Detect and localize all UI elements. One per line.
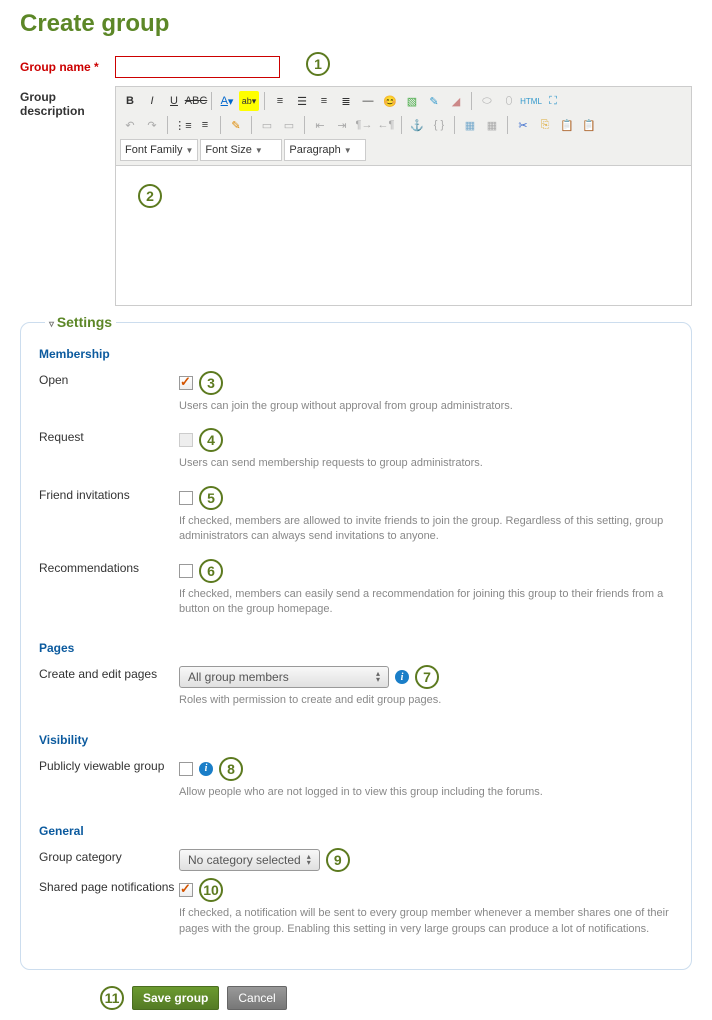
- strike-icon[interactable]: ABC: [186, 91, 206, 111]
- fullscreen-icon[interactable]: ⛶: [543, 91, 563, 111]
- recommend-checkbox[interactable]: [179, 564, 193, 578]
- editor-toolbar: B I U ABC A▾ ab▾ ≡ ☰ ≡ ≣ — 😊 ▧ ✎ ◢ ⬭ ⬯: [115, 86, 692, 166]
- table-icon[interactable]: ▦: [460, 115, 480, 135]
- bold-icon[interactable]: B: [120, 91, 140, 111]
- emoticon-icon[interactable]: 😊: [380, 91, 400, 111]
- public-help: Allow people who are not logged in to vi…: [179, 785, 673, 800]
- align-justify-icon[interactable]: ≣: [336, 91, 356, 111]
- visibility-header: Visibility: [39, 733, 673, 747]
- paragraph-select[interactable]: Paragraph▼: [284, 139, 366, 161]
- paste-word-icon[interactable]: 📋: [579, 115, 599, 135]
- box2-icon[interactable]: ▭: [279, 115, 299, 135]
- request-help: Users can send membership requests to gr…: [179, 456, 673, 471]
- edit-icon[interactable]: ✎: [226, 115, 246, 135]
- recommend-help: If checked, members can easily send a re…: [179, 587, 673, 618]
- info-icon[interactable]: i: [395, 670, 409, 684]
- numlist-icon[interactable]: ≡: [195, 115, 215, 135]
- group-name-label: Group name: [20, 56, 115, 78]
- create-edit-select[interactable]: All group members ▴▾: [179, 666, 389, 688]
- underline-icon[interactable]: U: [164, 91, 184, 111]
- cut-icon[interactable]: ✂: [513, 115, 533, 135]
- html-icon[interactable]: HTML: [521, 91, 541, 111]
- pages-header: Pages: [39, 641, 673, 655]
- ltr-icon[interactable]: ¶→: [354, 115, 374, 135]
- align-center-icon[interactable]: ☰: [292, 91, 312, 111]
- shared-notif-label: Shared page notifications: [39, 878, 179, 947]
- callout-3: 3: [199, 371, 223, 395]
- editor-textarea[interactable]: [115, 166, 692, 306]
- friend-inv-label: Friend invitations: [39, 486, 179, 555]
- font-family-select[interactable]: Font Family▼: [120, 139, 198, 161]
- paste-icon[interactable]: 📋: [557, 115, 577, 135]
- callout-1: 1: [306, 52, 330, 76]
- anchor-icon[interactable]: ⚓: [407, 115, 427, 135]
- rich-text-editor: B I U ABC A▾ ab▾ ≡ ☰ ≡ ≣ — 😊 ▧ ✎ ◢ ⬭ ⬯: [115, 86, 692, 306]
- recommend-label: Recommendations: [39, 559, 179, 628]
- eraser-icon[interactable]: ◢: [446, 91, 466, 111]
- align-right-icon[interactable]: ≡: [314, 91, 334, 111]
- request-checkbox[interactable]: [179, 433, 193, 447]
- shared-notif-checkbox[interactable]: [179, 883, 193, 897]
- open-checkbox[interactable]: [179, 376, 193, 390]
- box1-icon[interactable]: ▭: [257, 115, 277, 135]
- public-label: Publicly viewable group: [39, 757, 179, 810]
- request-label: Request: [39, 428, 179, 481]
- redo-icon[interactable]: ↷: [142, 115, 162, 135]
- page-title: Create group: [20, 10, 692, 38]
- bullets-icon[interactable]: ⋮≡: [173, 115, 193, 135]
- friend-inv-help: If checked, members are allowed to invit…: [179, 514, 673, 545]
- code-icon[interactable]: { }: [429, 115, 449, 135]
- group-name-input[interactable]: [115, 56, 280, 78]
- open-label: Open: [39, 371, 179, 424]
- italic-icon[interactable]: I: [142, 91, 162, 111]
- save-button[interactable]: Save group: [132, 986, 219, 1010]
- align-left-icon[interactable]: ≡: [270, 91, 290, 111]
- unlink-icon[interactable]: ⬯: [499, 91, 519, 111]
- callout-11: 11: [100, 986, 124, 1010]
- forecolor-icon[interactable]: A▾: [217, 91, 237, 111]
- create-edit-help: Roles with permission to create and edit…: [179, 693, 673, 708]
- category-label: Group category: [39, 848, 179, 872]
- callout-10: 10: [199, 878, 223, 902]
- callout-9: 9: [326, 848, 350, 872]
- general-header: General: [39, 824, 673, 838]
- cleanup-icon[interactable]: ✎: [424, 91, 444, 111]
- undo-icon[interactable]: ↶: [120, 115, 140, 135]
- image-icon[interactable]: ▧: [402, 91, 422, 111]
- link-icon[interactable]: ⬭: [477, 91, 497, 111]
- group-description-label: Group description: [20, 86, 115, 306]
- cancel-button[interactable]: Cancel: [227, 986, 286, 1010]
- indent-icon[interactable]: ⇥: [332, 115, 352, 135]
- category-select[interactable]: No category selected ▴▾: [179, 849, 320, 871]
- settings-legend[interactable]: Settings: [45, 314, 116, 330]
- grid-icon[interactable]: ▦: [482, 115, 502, 135]
- callout-4: 4: [199, 428, 223, 452]
- copy-icon[interactable]: ⎘: [535, 115, 555, 135]
- public-checkbox[interactable]: [179, 762, 193, 776]
- outdent-icon[interactable]: ⇤: [310, 115, 330, 135]
- backcolor-icon[interactable]: ab▾: [239, 91, 259, 111]
- friend-inv-checkbox[interactable]: [179, 491, 193, 505]
- create-edit-label: Create and edit pages: [39, 665, 179, 718]
- callout-7: 7: [415, 665, 439, 689]
- shared-notif-help: If checked, a notification will be sent …: [179, 906, 673, 937]
- rtl-icon[interactable]: ←¶: [376, 115, 396, 135]
- font-size-select[interactable]: Font Size▼: [200, 139, 282, 161]
- callout-5: 5: [199, 486, 223, 510]
- open-help: Users can join the group without approva…: [179, 399, 673, 414]
- callout-2: 2: [138, 184, 162, 208]
- info-icon[interactable]: i: [199, 762, 213, 776]
- hr-icon[interactable]: —: [358, 91, 378, 111]
- membership-header: Membership: [39, 347, 673, 361]
- callout-8: 8: [219, 757, 243, 781]
- callout-6: 6: [199, 559, 223, 583]
